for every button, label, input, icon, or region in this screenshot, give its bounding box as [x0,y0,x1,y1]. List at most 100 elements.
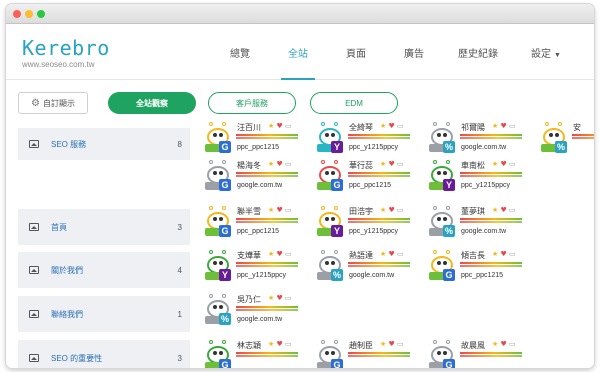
visitor-card[interactable]: G 聯半雪 ★ ♥ ▭ ppc_ppc1215 [204,206,300,240]
robot-avatar-icon: Y [316,206,346,240]
robot-avatar-icon: G [204,160,234,194]
visitor-icons: ★ ♥ ▭ [492,250,516,258]
visitor-card[interactable]: Y 支燁華 ★ ♥ ▭ ppc_y1215ppcy [204,250,300,284]
visitor-card[interactable]: G 汪百川 ★ ♥ ▭ ppc_ppc1215 [204,122,300,156]
site-observe-label: 全站觀察 [136,98,168,108]
nav-ads[interactable]: 廣告 [385,24,443,80]
engagement-bar [460,137,522,139]
visitor-card[interactable]: G 傾吉長 ★ ♥ ▭ ppc_ppc1215 [428,250,524,284]
engagement-bar [236,137,298,139]
visitor-name: 全綺琴 [349,123,373,132]
visitor-card[interactable]: % 董夢琪 ★ ♥ ▭ google.com.tw [428,206,524,240]
visitor-card[interactable]: Y 車南松 ★ ♥ ▭ ppc_y1215ppcy [428,160,524,194]
visitor-card[interactable]: % 祁爾陽 ★ ♥ ▭ google.com.tw [428,122,524,156]
desktop-icon: ▭ [509,160,516,168]
page-row-home[interactable]: 首頁 3 [18,209,190,245]
heart-icon: ♥ [388,160,395,168]
chevron-down-icon: ▼ [554,52,561,59]
visitor-card[interactable]: G 華行蕊 ★ ♥ ▭ ppc_ppc1215 [316,160,412,194]
visitor-name: 田浩宇 [349,207,373,216]
traffic-source-icon: Y [219,269,231,281]
engagement-bar [460,218,522,220]
visitor-icons: ★ ♥ ▭ [380,122,404,130]
heart-icon: ♥ [276,206,283,214]
visitor-icons: ★ ♥ ▭ [492,340,516,348]
visitor-card[interactable]: Y 田浩宇 ★ ♥ ▭ ppc_y1215ppcy [316,206,412,240]
visitor-card[interactable]: G 林志穎 ★ ♥ ▭ [204,340,300,368]
star-icon: ★ [268,122,275,130]
maximize-window-button[interactable] [37,10,45,18]
brand-logo[interactable]: Kerebro [22,36,110,60]
robot-avatar-icon: G [316,340,346,368]
visitor-name: 安 [573,123,581,132]
heart-icon: ♥ [500,122,507,130]
custom-display-label: 自訂顯示 [42,98,75,108]
heart-icon: ♥ [388,122,395,130]
nav-overview[interactable]: 總覽 [211,24,269,80]
site-observe-button[interactable]: 全站觀察 [108,92,196,114]
nav-pages[interactable]: 頁面 [327,24,385,80]
visitor-source: ppc_ppc1215 [461,272,504,279]
traffic-source-icon: Y [331,225,343,237]
page-row-label: SEO 的重要性 [51,353,103,363]
customer-service-button[interactable]: 客戶服務 [208,92,296,114]
engagement-bar [460,134,522,136]
nav-ads-label: 廣告 [404,49,424,60]
engagement-bar [236,172,298,174]
close-window-button[interactable] [13,10,21,18]
visitor-name: 汪百川 [237,123,261,132]
visitor-card[interactable]: % 吳乃仁 ★ ♥ ▭ google.com.tw [204,294,300,328]
engagement-bar [236,265,298,267]
edm-button[interactable]: EDM [310,92,398,114]
page-row-count: 1 [177,309,182,319]
page-row-label: SEO 服務 [51,139,87,149]
page-row-contact[interactable]: 聯絡我們 1 [18,296,190,332]
visitor-source: ppc_y1215ppcy [349,144,399,151]
heart-icon: ♥ [388,340,395,348]
page-row-about[interactable]: 關於我們 4 [18,252,190,288]
visitor-card[interactable]: % 安 ★ ♥ ▭ [540,122,594,156]
main-nav: 總覽 全站 頁面 廣告 歷史紀錄 設定 ▼ [211,24,579,80]
engagement-bar [460,172,522,174]
visitor-card[interactable]: G 楊海冬 ★ ♥ ▭ google.com.tw [204,160,300,194]
custom-display-button[interactable]: ⚙ 自訂顯示 [18,92,88,114]
engagement-bar [572,137,594,139]
robot-avatar-icon: % [428,206,458,240]
robot-avatar-icon: G [428,340,458,368]
traffic-source-icon: G [443,359,455,368]
visitor-icons: ★ ♥ ▭ [492,122,516,130]
nav-history[interactable]: 歷史紀錄 [443,24,513,80]
robot-avatar-icon: % [316,250,346,284]
visitor-card[interactable]: G 趙制臣 ★ ♥ ▭ [316,340,412,368]
nav-settings[interactable]: 設定 ▼ [513,24,579,80]
minimize-window-button[interactable] [25,10,33,18]
star-icon: ★ [380,122,387,130]
visitor-source: ppc_y1215ppcy [237,272,287,279]
heart-icon: ♥ [500,340,507,348]
page-row-seo-service[interactable]: SEO 服務 8 [18,128,190,160]
visitor-icons: ★ ♥ ▭ [380,206,404,214]
traffic-source-icon: G [219,359,231,368]
engagement-bar [460,262,522,264]
traffic-source-icon: % [219,313,231,325]
traffic-source-icon: G [219,141,231,153]
traffic-source-icon: Y [443,179,455,191]
visitor-name: 傾吉長 [461,251,485,260]
engagement-bar [348,172,410,174]
visitor-card[interactable]: % 熱語達 ★ ♥ ▭ google.com.tw [316,250,412,284]
robot-avatar-icon: G [204,206,234,240]
engagement-bar [348,134,410,136]
engagement-bar [460,221,522,223]
engagement-bar [460,352,522,354]
robot-avatar-icon: Y [428,160,458,194]
star-icon: ★ [492,122,499,130]
nav-site[interactable]: 全站 [269,24,327,80]
nav-pages-label: 頁面 [346,49,366,60]
robot-avatar-icon: % [428,122,458,156]
page-row-seo-importance[interactable]: SEO 的重要性 3 [18,340,190,368]
visitor-card[interactable]: G 故晨風 ★ ♥ ▭ [428,340,524,368]
engagement-bar [236,134,298,136]
star-icon: ★ [380,250,387,258]
visitor-card[interactable]: Y 全綺琴 ★ ♥ ▭ ppc_y1215ppcy [316,122,412,156]
nav-site-label: 全站 [288,49,308,60]
